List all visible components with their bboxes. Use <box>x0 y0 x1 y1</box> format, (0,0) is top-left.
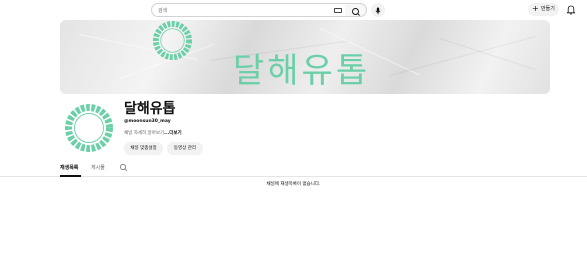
banner-title: 달해유톱 <box>233 51 371 91</box>
search-box[interactable] <box>151 3 346 17</box>
channel-tabs: 재생목록 게시물 <box>0 158 587 177</box>
create-button[interactable]: + 만들기 <box>528 3 559 16</box>
create-label: 만들기 <box>541 6 555 12</box>
avatar-logo-ring <box>65 104 113 152</box>
search-input[interactable] <box>158 5 308 16</box>
channel-name: 달해유톱 <box>124 101 176 117</box>
tab-posts[interactable]: 게시물 <box>91 164 105 172</box>
manage-videos-button[interactable]: 동영상 관리 <box>167 142 203 155</box>
microphone-icon <box>375 7 381 15</box>
voice-search-button[interactable] <box>371 3 385 17</box>
description-text: 채널 자세히 알아보기 <box>124 131 165 136</box>
channel-description[interactable]: 채널 자세히 알아보기...더보기 <box>124 130 182 136</box>
notifications-bell-icon[interactable] <box>566 4 576 15</box>
plus-icon: + <box>532 4 539 13</box>
avatar[interactable] <box>62 101 116 155</box>
channel-handle: @moonsun30_may <box>124 119 171 124</box>
customize-channel-button[interactable]: 채널 맞춤설정 <box>124 142 163 155</box>
active-tab-indicator <box>60 175 81 177</box>
empty-state-message: 채널에 재생목록이 없습니다. <box>266 182 321 187</box>
tab-playlists[interactable]: 재생목록 <box>60 164 78 172</box>
search-button[interactable] <box>345 3 367 17</box>
keyboard-icon[interactable] <box>334 8 342 13</box>
top-bar: + 만들기 <box>0 0 587 20</box>
channel-banner: 달해유톱 <box>60 20 550 94</box>
search-icon <box>352 8 360 16</box>
more-link[interactable]: ...더보기 <box>164 131 182 136</box>
channel-logo-ring <box>152 20 193 61</box>
tab-search-icon[interactable] <box>119 163 128 172</box>
